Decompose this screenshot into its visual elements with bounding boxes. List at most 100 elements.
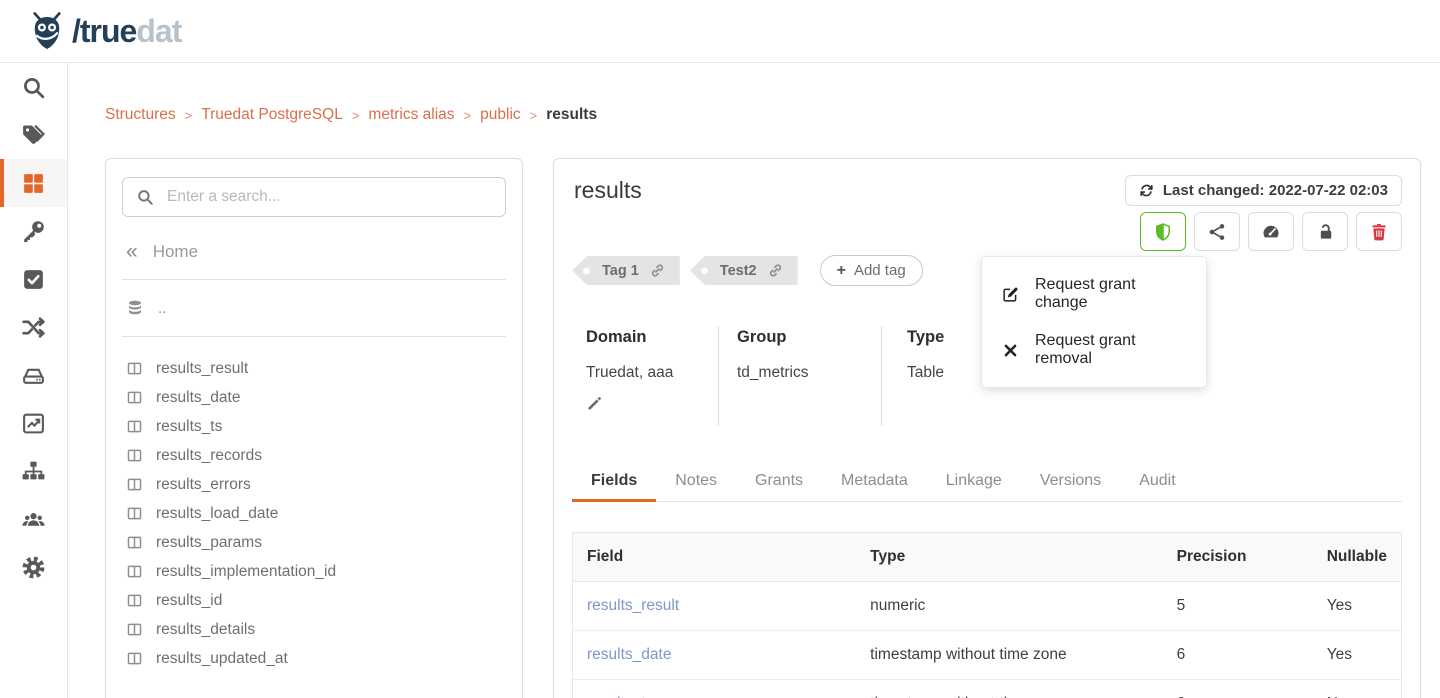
unlock-icon xyxy=(1315,222,1335,242)
tree-home-item[interactable]: « Home xyxy=(126,241,502,262)
sidebar-item-systems[interactable] xyxy=(0,351,67,399)
tree-field-item[interactable]: results_load_date xyxy=(122,499,506,528)
search-icon xyxy=(21,75,46,100)
link-icon[interactable] xyxy=(768,263,783,278)
gauge-icon xyxy=(1261,222,1281,242)
tab-metadata[interactable]: Metadata xyxy=(822,462,927,502)
sidebar-item-tags[interactable] xyxy=(0,111,67,159)
column-header-field: Field xyxy=(573,533,857,582)
detail-value: Truedat, aaa xyxy=(586,364,718,382)
field-link[interactable]: results_ts xyxy=(573,680,857,698)
sidebar-item-groups[interactable] xyxy=(0,495,67,543)
menu-item-request-grant-removal[interactable]: Request grant removal xyxy=(982,322,1206,378)
tab-grants[interactable]: Grants xyxy=(736,462,822,502)
field-type: timestamp without time zone xyxy=(856,631,1162,680)
sidebar-item-search[interactable] xyxy=(0,63,67,111)
app-header: /truedat xyxy=(0,0,1440,63)
delete-button[interactable] xyxy=(1356,212,1402,251)
breadcrumb-separator: > xyxy=(464,108,472,123)
menu-item-request-grant-change[interactable]: Request grant change xyxy=(982,266,1206,322)
tree-search-box[interactable] xyxy=(122,177,506,217)
field-link[interactable]: results_result xyxy=(573,582,857,631)
sidebar-item-relations[interactable] xyxy=(0,303,67,351)
tree-field-item[interactable]: results_params xyxy=(122,528,506,557)
structure-detail-panel: results Last changed: 2022-07-22 02:03 xyxy=(553,158,1421,698)
field-list: results_result results_date results_ts r… xyxy=(122,354,506,673)
tree-field-item[interactable]: results_implementation_id xyxy=(122,557,506,586)
tab-linkage[interactable]: Linkage xyxy=(927,462,1021,502)
refresh-icon xyxy=(1139,183,1154,198)
column-header-nullable: Nullable xyxy=(1313,533,1402,582)
link-icon[interactable] xyxy=(650,263,665,278)
divider xyxy=(122,336,506,337)
tree-field-item[interactable]: results_errors xyxy=(122,470,506,499)
shield-icon xyxy=(1153,222,1173,242)
breadcrumb: Structures > Truedat PostgreSQL > metric… xyxy=(105,106,597,124)
tree-field-item[interactable]: results_date xyxy=(122,383,506,412)
share-icon xyxy=(1207,222,1227,242)
menu-item-label: Request grant removal xyxy=(1035,332,1186,368)
hard-drive-icon xyxy=(21,363,46,388)
column-icon xyxy=(126,534,143,551)
field-nullable: No xyxy=(1313,680,1402,698)
tree-field-item[interactable]: results_details xyxy=(122,615,506,644)
tree-field-item[interactable]: results_result xyxy=(122,354,506,383)
truedat-logo[interactable]: /truedat xyxy=(26,10,181,52)
sidebar xyxy=(0,63,68,698)
search-input[interactable] xyxy=(165,187,492,207)
tab-fields[interactable]: Fields xyxy=(572,462,656,502)
sidebar-item-quality[interactable] xyxy=(0,399,67,447)
x-icon xyxy=(1002,342,1019,359)
last-changed-button[interactable]: Last changed: 2022-07-22 02:03 xyxy=(1125,175,1402,206)
sidebar-item-tasks[interactable] xyxy=(0,255,67,303)
plus-icon: + xyxy=(837,263,846,279)
tree-field-item[interactable]: results_records xyxy=(122,441,506,470)
users-icon xyxy=(21,507,46,532)
tree-field-item[interactable]: results_ts xyxy=(122,412,506,441)
field-link[interactable]: results_date xyxy=(573,631,857,680)
column-icon xyxy=(126,418,143,435)
tag-chip[interactable]: Tag 1 xyxy=(572,256,680,285)
tree-field-item[interactable]: results_updated_at xyxy=(122,644,506,673)
sidebar-item-permissions[interactable] xyxy=(0,207,67,255)
field-precision: 6 xyxy=(1163,631,1313,680)
protection-button[interactable] xyxy=(1140,212,1186,251)
pencil-icon xyxy=(586,395,603,412)
tree-field-item[interactable]: results_id xyxy=(122,586,506,615)
tag-chip[interactable]: Test2 xyxy=(690,256,798,285)
breadcrumb-current: results xyxy=(546,106,597,124)
field-precision: 5 xyxy=(1163,582,1313,631)
sidebar-item-settings[interactable] xyxy=(0,543,67,591)
add-tag-button[interactable]: + Add tag xyxy=(820,255,923,286)
breadcrumb-separator: > xyxy=(352,108,360,123)
structure-tree-panel: « Home .. results_result results_date re… xyxy=(105,158,523,698)
column-icon xyxy=(126,447,143,464)
sidebar-item-lineage[interactable] xyxy=(0,447,67,495)
tree-parent-item[interactable]: .. xyxy=(122,297,506,319)
tab-notes[interactable]: Notes xyxy=(656,462,736,502)
lock-button[interactable] xyxy=(1302,212,1348,251)
column-header-type: Type xyxy=(856,533,1162,582)
column-icon xyxy=(126,505,143,522)
grant-dropdown-menu: Request grant change Request grant remov… xyxy=(981,256,1207,388)
share-button[interactable] xyxy=(1194,212,1240,251)
breadcrumb-link-system[interactable]: Truedat PostgreSQL xyxy=(201,106,343,124)
breadcrumb-link-database[interactable]: metrics alias xyxy=(368,106,454,124)
divider xyxy=(122,279,506,280)
tab-versions[interactable]: Versions xyxy=(1021,462,1120,502)
gear-icon xyxy=(21,555,46,580)
quality-button[interactable] xyxy=(1248,212,1294,251)
column-icon xyxy=(126,650,143,667)
shuffle-icon xyxy=(21,315,46,340)
table-header-row: Field Type Precision Nullable xyxy=(573,533,1402,582)
tab-audit[interactable]: Audit xyxy=(1120,462,1194,502)
breadcrumb-link-structures[interactable]: Structures xyxy=(105,106,176,124)
grid-icon xyxy=(21,171,46,196)
trash-icon xyxy=(1369,222,1389,242)
sidebar-item-structures[interactable] xyxy=(0,159,67,207)
collapse-icon: « xyxy=(126,241,138,262)
breadcrumb-link-schema[interactable]: public xyxy=(480,106,521,124)
table-row: results_ts timestamp without time zone 6… xyxy=(573,680,1402,698)
page-title: results xyxy=(574,177,642,204)
edit-domain-button[interactable] xyxy=(586,395,603,412)
